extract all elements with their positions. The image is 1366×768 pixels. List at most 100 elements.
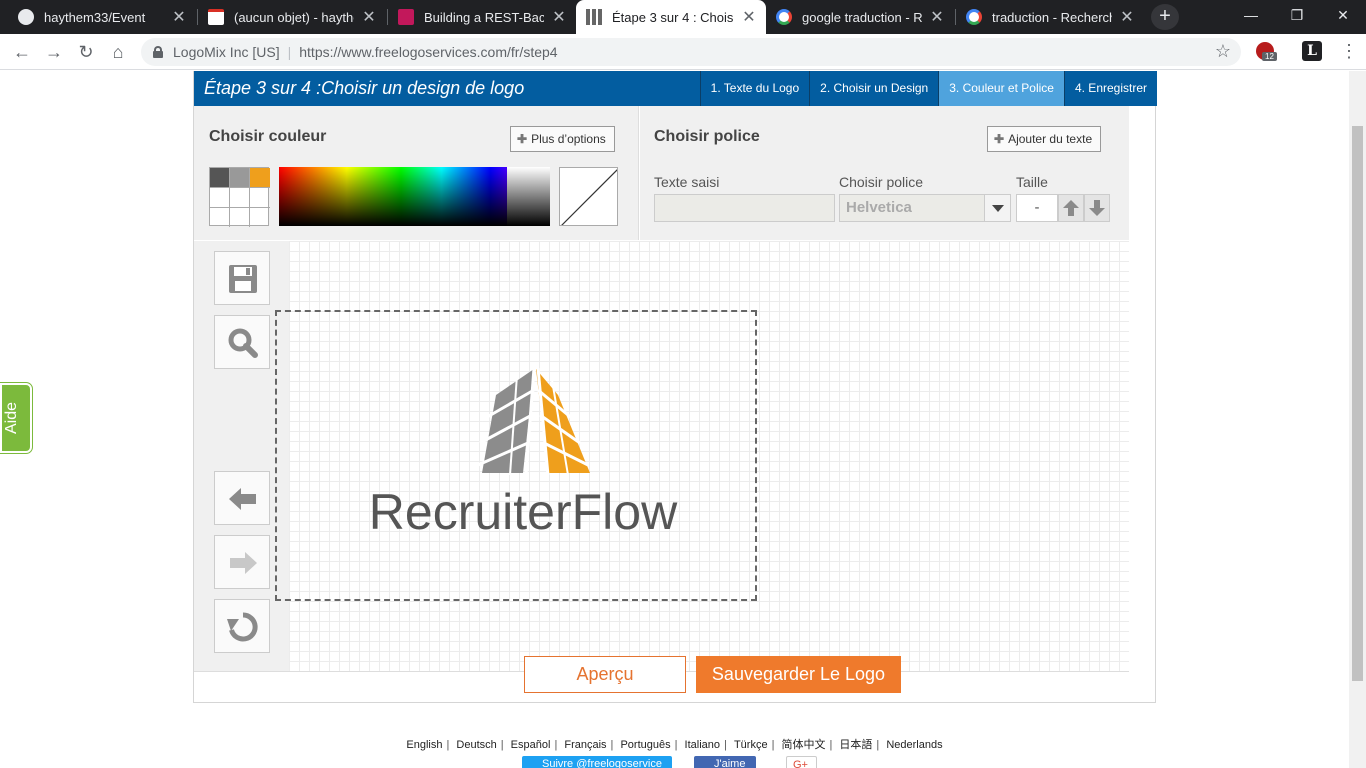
font-select[interactable]: Helvetica bbox=[839, 194, 1011, 222]
lang-link[interactable]: Français bbox=[564, 739, 606, 751]
add-text-button[interactable]: ✚ Ajouter du texte bbox=[987, 126, 1102, 152]
swatch-empty[interactable] bbox=[250, 208, 270, 227]
back-arrow-icon[interactable]: ← bbox=[9, 39, 35, 65]
size-down-button[interactable] bbox=[1084, 194, 1110, 222]
swatch-empty[interactable] bbox=[230, 188, 250, 208]
lang-link[interactable]: Nederlands bbox=[886, 739, 942, 751]
site-identity: LogoMix Inc [US] bbox=[173, 44, 280, 60]
close-icon[interactable]: ✕ bbox=[930, 7, 944, 27]
tab-github[interactable]: haythem33/Event ✕ bbox=[8, 0, 196, 34]
scrollbar-thumb[interactable] bbox=[1352, 126, 1363, 681]
size-input[interactable]: - bbox=[1016, 194, 1058, 222]
swatch-empty[interactable] bbox=[210, 188, 230, 208]
minimize-icon[interactable]: — bbox=[1228, 0, 1274, 30]
zoom-button[interactable] bbox=[214, 315, 270, 369]
swatch-gray[interactable] bbox=[230, 168, 250, 188]
forward-arrow-icon[interactable]: → bbox=[41, 39, 67, 65]
steps-nav: 1. Texte du Logo 2. Choisir un Design 3.… bbox=[699, 71, 1157, 106]
close-window-icon[interactable]: ✕ bbox=[1320, 0, 1366, 30]
reload-icon[interactable]: ↻ bbox=[73, 39, 99, 65]
lang-link[interactable]: Deutsch bbox=[456, 739, 496, 751]
google-icon bbox=[966, 9, 982, 25]
url-text: https://www.freelogoservices.com/fr/step… bbox=[299, 44, 558, 60]
gmail-icon bbox=[208, 9, 224, 25]
close-icon[interactable]: ✕ bbox=[742, 7, 756, 27]
grid-icon bbox=[586, 9, 602, 25]
close-icon[interactable]: ✕ bbox=[362, 7, 376, 27]
swatch-orange[interactable] bbox=[250, 168, 270, 188]
undo-button[interactable] bbox=[214, 471, 270, 525]
lang-link[interactable]: Türkçe bbox=[734, 739, 768, 751]
step-1-tab[interactable]: 1. Texte du Logo bbox=[699, 71, 810, 106]
swatch-empty[interactable] bbox=[210, 208, 230, 227]
no-color-icon bbox=[561, 169, 617, 225]
color-panel-title: Choisir couleur bbox=[209, 128, 327, 145]
lang-link[interactable]: Español bbox=[511, 739, 551, 751]
lang-link[interactable]: English bbox=[406, 739, 442, 751]
step-4-tab[interactable]: 4. Enregistrer bbox=[1063, 71, 1157, 106]
google-icon bbox=[776, 9, 792, 25]
more-options-button[interactable]: ✚ Plus d’options bbox=[510, 126, 615, 152]
reset-icon bbox=[227, 612, 258, 642]
lang-link[interactable]: 简体中文 bbox=[782, 739, 826, 751]
arrow-up-icon bbox=[1063, 200, 1079, 216]
chevron-down-icon bbox=[984, 195, 1010, 221]
tab-title: haythem33/Event bbox=[44, 9, 146, 25]
page-content: Étape 3 sur 4 :Choisir un design de logo… bbox=[0, 71, 1366, 768]
reset-button[interactable] bbox=[214, 599, 270, 653]
save-button[interactable] bbox=[214, 251, 270, 305]
preview-button[interactable]: Aperçu bbox=[524, 656, 686, 693]
close-icon[interactable]: ✕ bbox=[172, 7, 186, 27]
profile-extension-icon[interactable]: L bbox=[1302, 41, 1322, 61]
redo-button[interactable] bbox=[214, 535, 270, 589]
restore-icon[interactable]: ❐ bbox=[1274, 0, 1320, 30]
extension-badge: 12 bbox=[1262, 52, 1277, 61]
size-up-button[interactable] bbox=[1058, 194, 1084, 222]
extension-icon[interactable]: 12 bbox=[1256, 42, 1277, 61]
font-panel: Choisir police ✚ Ajouter du texte Texte s… bbox=[640, 106, 1129, 240]
address-bar[interactable]: LogoMix Inc [US] | https://www.freelogos… bbox=[141, 38, 1241, 66]
tab-google-traduction[interactable]: google traduction - Recherche ✕ bbox=[766, 0, 954, 34]
text-input[interactable] bbox=[654, 194, 835, 222]
new-tab-button[interactable]: + bbox=[1151, 4, 1179, 30]
swatch-empty[interactable] bbox=[230, 208, 250, 227]
recent-color-swatches bbox=[209, 167, 270, 227]
twitter-follow-button[interactable]: Suivre @freelogoservice bbox=[522, 756, 672, 768]
step-3-tab[interactable]: 3. Couleur et Police bbox=[938, 71, 1064, 106]
tab-step4[interactable]: Étape 3 sur 4 : Choisir un ✕ bbox=[576, 0, 766, 34]
swatch-dark-gray[interactable] bbox=[210, 168, 230, 188]
github-icon bbox=[18, 9, 34, 25]
page-scrollbar[interactable] bbox=[1349, 71, 1366, 768]
lang-link[interactable]: 日本語 bbox=[839, 739, 872, 751]
lang-link[interactable]: Português bbox=[620, 739, 670, 751]
swatch-empty[interactable] bbox=[250, 188, 270, 208]
tab-title: (aucun objet) - haythem bbox=[234, 9, 354, 25]
browser-tab-strip: haythem33/Event ✕ (aucun objet) - haythe… bbox=[0, 0, 1366, 34]
building-logo-icon[interactable] bbox=[468, 365, 618, 485]
tab-title: traduction - Recherche bbox=[992, 9, 1112, 25]
lang-link[interactable]: Italiano bbox=[685, 739, 720, 751]
bookmark-red-icon bbox=[398, 9, 414, 25]
zoom-icon bbox=[228, 328, 258, 358]
language-links: English | Deutsch | Español | Français | Por… bbox=[406, 739, 943, 751]
undo-arrow-icon bbox=[229, 488, 256, 510]
close-icon[interactable]: ✕ bbox=[552, 7, 566, 27]
gplus-button[interactable]: G+ bbox=[786, 756, 817, 768]
browser-menu-icon[interactable]: ⋮ bbox=[1340, 41, 1358, 62]
home-icon[interactable]: ⌂ bbox=[105, 39, 131, 65]
tab-rest-backend[interactable]: Building a REST-Backend ✕ bbox=[388, 0, 576, 34]
facebook-like-button[interactable]: J'aime bbox=[694, 756, 756, 768]
close-icon[interactable]: ✕ bbox=[1120, 7, 1134, 27]
no-color-button[interactable] bbox=[559, 167, 618, 226]
more-options-label: Plus d’options bbox=[531, 132, 606, 146]
tab-gmail[interactable]: (aucun objet) - haythem ✕ bbox=[198, 0, 386, 34]
tab-traduction[interactable]: traduction - Recherche ✕ bbox=[956, 0, 1144, 34]
font-panel-title: Choisir police bbox=[654, 128, 760, 145]
size-label: Taille bbox=[1016, 174, 1048, 190]
grayscale-picker[interactable] bbox=[507, 167, 550, 226]
save-logo-button[interactable]: Sauvegarder Le Logo bbox=[696, 656, 901, 693]
bookmark-star-icon[interactable]: ☆ bbox=[1215, 41, 1231, 62]
step-2-tab[interactable]: 2. Choisir un Design bbox=[809, 71, 938, 106]
logo-text[interactable]: RecruiterFlow bbox=[363, 483, 683, 541]
help-tab[interactable]: Aide bbox=[0, 382, 33, 454]
